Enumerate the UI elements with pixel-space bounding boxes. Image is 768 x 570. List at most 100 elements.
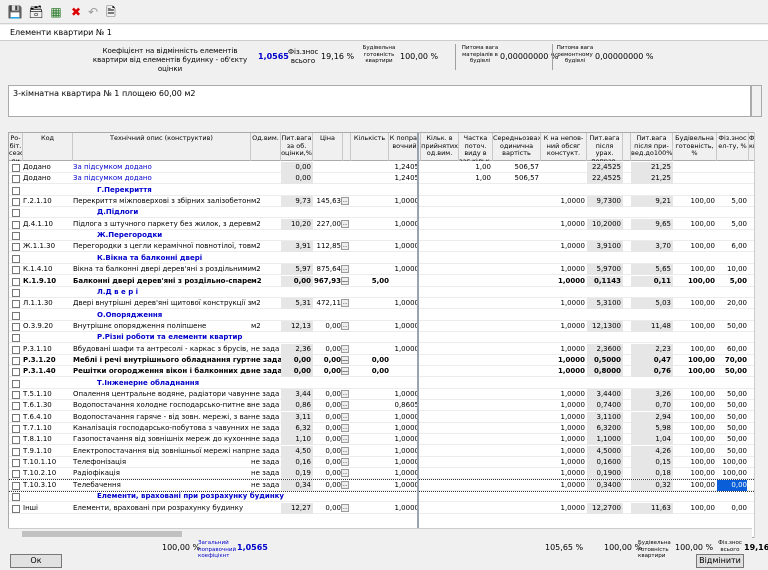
row-checkbox[interactable] — [12, 164, 20, 172]
row-checkbox[interactable] — [12, 459, 20, 468]
price-picker-button[interactable]: ... — [341, 424, 349, 433]
price-picker-button[interactable]: ... — [341, 355, 349, 364]
table-row[interactable]: Л.Д в е р і — [9, 287, 761, 298]
column-header[interactable]: Частка поточ. виду в заг.кільк. — [459, 133, 493, 161]
table-row[interactable]: О.Опорядження — [9, 310, 761, 321]
price-picker-button[interactable]: ... — [341, 458, 349, 467]
table-row[interactable]: Елементи, враховані при розрахунку будин… — [9, 491, 761, 503]
column-header[interactable]: Кількість — [351, 133, 389, 161]
table-row[interactable]: Інші Елементи, враховані при розрахунку б… — [9, 502, 761, 514]
price-picker-button[interactable]: ... — [341, 344, 349, 353]
price-picker-button[interactable]: ... — [341, 219, 349, 228]
price-picker-button[interactable]: ... — [341, 265, 349, 274]
column-header[interactable]: К на непов- ний обсяг констукт. — [541, 133, 587, 161]
grid-vertical-scrollbar[interactable] — [754, 132, 764, 538]
table-row[interactable]: К.Вікна та балконні двері — [9, 253, 761, 264]
column-header[interactable]: Фіз.знос ел-ту, % — [717, 133, 749, 161]
table-row[interactable]: Ж.1.1.30 Перегородки з цегли керамічної п… — [9, 241, 761, 253]
table-row[interactable]: Додано За підсумком додано 0,00 1,2405 1,00 5… — [9, 173, 761, 185]
price-picker-button[interactable]: ... — [341, 321, 349, 330]
row-checkbox[interactable] — [12, 379, 20, 388]
price-picker-button[interactable]: ... — [341, 390, 349, 398]
table-row[interactable]: Р.3.1.20 Меблі і речі внутрішнього обладн… — [9, 354, 761, 366]
column-header[interactable]: Код — [23, 133, 73, 161]
row-checkbox[interactable] — [12, 425, 20, 434]
row-checkbox[interactable] — [12, 368, 20, 377]
table-row[interactable]: Т.10.2.10 Радіофікація не зада 0,19 0,00 1,00… — [9, 468, 761, 480]
table-row[interactable]: Т.5.1.10 Опалення центральне водяне, раді… — [9, 389, 761, 400]
table-row[interactable]: Д.Підлоги — [9, 207, 761, 219]
row-checkbox[interactable] — [12, 493, 20, 502]
price-picker-button[interactable]: ... — [341, 435, 349, 444]
price-picker-button[interactable]: ... — [341, 197, 349, 206]
column-header[interactable]: Кільк. в прийнятих од.вим. — [421, 133, 459, 161]
delete-icon[interactable]: ✖ — [67, 3, 85, 21]
column-header[interactable] — [623, 133, 631, 161]
save-all-icon[interactable]: 🗃 — [27, 3, 45, 21]
price-picker-button[interactable]: ... — [341, 299, 349, 308]
row-checkbox[interactable] — [12, 300, 20, 309]
row-checkbox[interactable] — [12, 198, 20, 207]
column-header[interactable]: Середньозважена одинична вартість — [493, 133, 541, 161]
row-checkbox[interactable] — [12, 413, 20, 422]
row-checkbox[interactable] — [12, 391, 20, 399]
table-row[interactable]: Т.6.1.30 Водопостачання холодне господарс… — [9, 400, 761, 412]
price-picker-button[interactable]: ... — [341, 412, 349, 421]
row-checkbox[interactable] — [12, 186, 20, 195]
column-header[interactable]: Ціна — [313, 133, 343, 161]
price-picker-button[interactable]: ... — [341, 480, 349, 489]
grid-horizontal-scrollbar[interactable] — [8, 528, 752, 538]
table-row[interactable]: Р.Різні роботи та елементи квартир — [9, 332, 761, 344]
row-checkbox[interactable] — [12, 209, 20, 218]
table-row[interactable]: О.3.9.20 Внутрішнє опорядження поліпшене м… — [9, 320, 761, 332]
row-checkbox[interactable] — [12, 504, 20, 513]
column-header[interactable]: Пит.вага після урах. поправ. — [587, 133, 623, 161]
row-checkbox[interactable] — [12, 266, 20, 275]
row-checkbox[interactable] — [12, 402, 20, 411]
price-picker-button[interactable]: ... — [341, 503, 349, 512]
copy-icon[interactable]: ▦ — [47, 3, 65, 21]
table-row[interactable]: Т.10.3.10 Телебачення не зада 0,34 0,00 1,000… — [9, 478, 761, 492]
table-row[interactable]: Т.Інженерне обладнання — [9, 378, 761, 389]
column-header[interactable]: Пит.вага за об. оцінки,% — [281, 133, 313, 161]
column-header[interactable]: Ро- біт. сезо ди — [9, 133, 23, 161]
save-icon[interactable]: 💾 — [6, 3, 24, 21]
table-row[interactable]: Л.1.1.30 Двері внутрішні дерев'яні щитово… — [9, 298, 761, 310]
row-checkbox[interactable] — [12, 243, 20, 252]
row-checkbox[interactable] — [12, 288, 20, 297]
row-checkbox[interactable] — [12, 345, 20, 354]
column-header[interactable]: Будівельна готовність, % — [673, 133, 717, 161]
table-row[interactable]: Т.7.1.10 Каналізація господарсько-побутов… — [9, 423, 761, 435]
table-row[interactable]: К.1.4.10 Вікна та балконні двері дерев'ян… — [9, 264, 761, 276]
table-row[interactable]: Т.10.1.10 Телефонізація не зада 0,16 0,00 1,0… — [9, 457, 761, 469]
row-checkbox[interactable] — [12, 470, 20, 479]
row-checkbox[interactable] — [12, 334, 20, 343]
cancel-button[interactable]: Відмінити — [696, 554, 744, 568]
column-header[interactable] — [343, 133, 351, 161]
price-picker-button[interactable]: ... — [341, 367, 349, 376]
price-picker-button[interactable]: ... — [341, 276, 349, 285]
export-icon[interactable]: 🗎 — [102, 3, 120, 21]
row-checkbox[interactable] — [12, 322, 20, 331]
column-header[interactable]: Пит.вага після при- вед.до100% — [631, 133, 673, 161]
table-row[interactable]: Р.3.1.40 Решітки огородження вікон і балк… — [9, 366, 761, 378]
table-row[interactable]: Т.6.4.10 Водопостачання гаряче - від зовн… — [9, 411, 761, 423]
row-checkbox[interactable] — [12, 311, 20, 320]
row-checkbox[interactable] — [12, 220, 20, 229]
row-checkbox[interactable] — [12, 481, 20, 490]
row-checkbox[interactable] — [12, 447, 20, 456]
row-checkbox[interactable] — [12, 277, 20, 286]
row-checkbox[interactable] — [12, 175, 20, 184]
price-picker-button[interactable]: ... — [341, 446, 349, 455]
table-row[interactable]: Р.3.1.10 Вбудовані шафи та антресолі - ка… — [9, 343, 761, 355]
table-row[interactable]: Додано За підсумком додано 0,00 1,2405 1,00 5… — [9, 162, 761, 173]
table-row[interactable]: Ж.Перегородки — [9, 230, 761, 242]
column-header[interactable]: Од.вим. — [251, 133, 281, 161]
description-scrollbar[interactable] — [751, 85, 762, 117]
row-checkbox[interactable] — [12, 232, 20, 241]
undo-icon[interactable]: ↶ — [84, 3, 102, 21]
row-checkbox[interactable] — [12, 436, 20, 445]
ok-button[interactable]: Ок — [10, 554, 62, 568]
price-picker-button[interactable]: ... — [341, 469, 349, 478]
table-row[interactable]: К.1.9.10 Балконні двері дерев'яні з розді… — [9, 275, 761, 287]
